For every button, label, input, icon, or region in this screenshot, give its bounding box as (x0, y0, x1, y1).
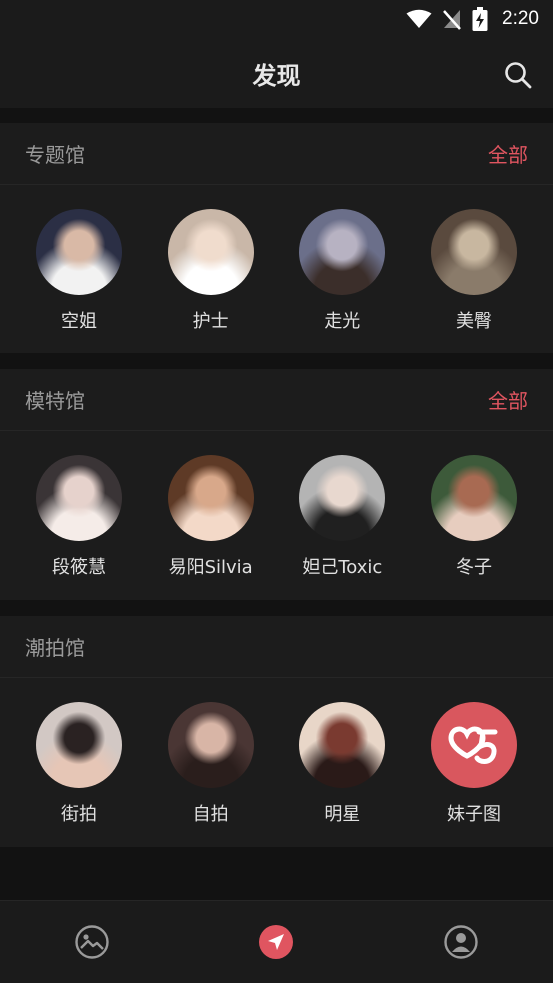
search-button[interactable] (503, 60, 533, 90)
avatar (36, 455, 122, 541)
nav-profile-button[interactable] (431, 912, 491, 972)
section-title: 潮拍馆 (25, 636, 85, 660)
profile-icon (444, 925, 478, 959)
section-header: 潮拍馆 (0, 616, 553, 678)
wifi-icon (406, 9, 432, 29)
gallery-face-icon (75, 925, 109, 959)
item-label: 空姐 (61, 311, 97, 332)
section-topics: 专题馆 全部 空姐 护士 走光 美臀 (0, 123, 553, 353)
battery-charging-icon (472, 7, 488, 31)
avatar (299, 455, 386, 541)
search-icon (505, 62, 532, 89)
trend-item-selfie[interactable]: 自拍 (167, 702, 255, 826)
nav-gallery-button[interactable] (62, 912, 122, 972)
no-signal-icon (442, 8, 462, 30)
item-label: 自拍 (192, 804, 229, 825)
item-label: 护士 (192, 311, 229, 332)
trend-item-meizitu[interactable]: 妹子图 (430, 702, 518, 826)
model-item[interactable]: 冬子 (430, 455, 518, 579)
item-label: 街拍 (61, 804, 97, 825)
item-label: 妲己Toxic (302, 557, 383, 578)
avatar (299, 209, 386, 295)
nav-discover-button[interactable] (246, 912, 306, 972)
page-title: 发现 (252, 61, 301, 90)
app-bar: 发现 (0, 38, 553, 108)
section-items: 街拍 自拍 明星 妹子图 (0, 678, 553, 826)
avatar (299, 702, 386, 788)
meizitu-logo (448, 726, 498, 764)
status-bar: 2:20 (0, 0, 553, 38)
avatar (167, 455, 254, 541)
item-label: 走光 (324, 311, 361, 332)
view-all-link[interactable]: 全部 (488, 385, 528, 414)
model-item[interactable]: 妲己Toxic (298, 455, 386, 579)
view-all-link[interactable]: 全部 (488, 139, 528, 168)
item-label: 易阳Silvia (168, 557, 253, 578)
topic-item-upskirt[interactable]: 走光 (298, 209, 386, 333)
compass-arrow-icon (259, 925, 294, 959)
bottom-nav (0, 900, 553, 983)
item-label: 妹子图 (446, 804, 501, 825)
avatar (430, 702, 517, 788)
item-label: 明星 (324, 804, 361, 825)
section-header: 模特馆 全部 (0, 369, 553, 431)
section-items: 段筱慧 易阳Silvia 妲己Toxic 冬子 (0, 431, 553, 579)
section-trends: 潮拍馆 街拍 自拍 明星 妹子图 (0, 616, 553, 847)
avatar (36, 702, 122, 788)
section-models: 模特馆 全部 段筱慧 易阳Silvia 妲己Toxic 冬子 (0, 369, 553, 600)
topic-item-hips[interactable]: 美臀 (430, 209, 518, 333)
section-title: 模特馆 (25, 389, 85, 413)
section-title: 专题馆 (25, 143, 85, 167)
status-time: 2:20 (502, 8, 539, 29)
topic-item-nurse[interactable]: 护士 (167, 209, 255, 333)
avatar (430, 209, 517, 295)
avatar (36, 209, 122, 295)
trend-item-street[interactable]: 街拍 (35, 702, 123, 826)
item-label: 冬子 (455, 557, 492, 578)
trend-item-celebrity[interactable]: 明星 (298, 702, 386, 826)
avatar (430, 455, 517, 541)
model-item[interactable]: 段筱慧 (35, 455, 123, 579)
avatar (167, 209, 254, 295)
section-header: 专题馆 全部 (0, 123, 553, 185)
section-items: 空姐 护士 走光 美臀 (0, 185, 553, 333)
item-label: 美臀 (455, 311, 492, 332)
model-item[interactable]: 易阳Silvia (167, 455, 255, 579)
avatar (167, 702, 254, 788)
topic-item-flight-attendant[interactable]: 空姐 (35, 209, 123, 333)
item-label: 段筱慧 (52, 557, 106, 578)
